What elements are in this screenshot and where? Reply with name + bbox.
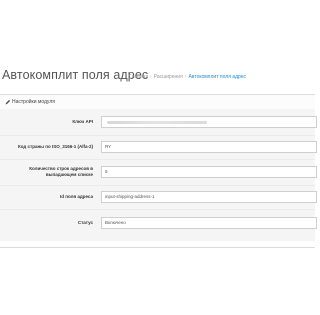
breadcrumb-separator: › bbox=[184, 74, 187, 80]
status-label: Статус bbox=[77, 220, 93, 225]
form-row-api-key: Ключ API bbox=[0, 109, 317, 136]
breadcrumb-home[interactable]: Главная bbox=[129, 74, 148, 80]
api-key-input[interactable] bbox=[101, 116, 317, 128]
api-key-blurred-value bbox=[107, 121, 207, 124]
status-select[interactable]: Включено bbox=[101, 217, 317, 229]
panel-heading-title: Настройки модуля bbox=[12, 99, 55, 105]
page-title: Автокомплит поля адрес bbox=[2, 68, 149, 82]
address-field-id-input[interactable]: input-shipping-address-1 bbox=[101, 191, 317, 203]
country-code-label: Код страны по ISO_3166-1 (Alfa-2) bbox=[17, 144, 93, 149]
api-key-label: Ключ API bbox=[72, 119, 93, 124]
pencil-icon bbox=[5, 99, 11, 105]
breadcrumb-separator: › bbox=[150, 74, 152, 80]
breadcrumb-extensions[interactable]: Расширения bbox=[154, 74, 183, 80]
rows-count-input[interactable]: 5 bbox=[101, 166, 317, 178]
panel-heading: Настройки модуля bbox=[0, 95, 315, 110]
form-row-address-field-id: Id поля адреса input-shipping-address-1 bbox=[0, 185, 317, 210]
form-row-country-code: Код страны по ISO_3166-1 (Alfa-2) RY bbox=[0, 135, 317, 160]
form-row-rows-count: Количество строк адресов в выпадающем сп… bbox=[0, 159, 317, 186]
panel-body: Ключ API Код страны по ISO_3166-1 (Alfa-… bbox=[0, 109, 317, 241]
breadcrumb-current[interactable]: Автокомплит поля адрес bbox=[188, 74, 246, 80]
form-row-status: Статус Включено bbox=[0, 209, 317, 241]
address-field-id-label: Id поля адреса bbox=[60, 194, 93, 199]
page-header: Автокомплит поля адрес Главная › Расширени… bbox=[0, 64, 315, 88]
rows-count-label: Количество строк адресов в выпадающем сп… bbox=[29, 166, 93, 177]
settings-panel: Настройки модуля Ключ API Код страны по … bbox=[0, 94, 317, 248]
breadcrumb: Главная › Расширения › Автокомплит поля адре… bbox=[129, 74, 246, 80]
country-code-input[interactable]: RY bbox=[101, 141, 317, 153]
